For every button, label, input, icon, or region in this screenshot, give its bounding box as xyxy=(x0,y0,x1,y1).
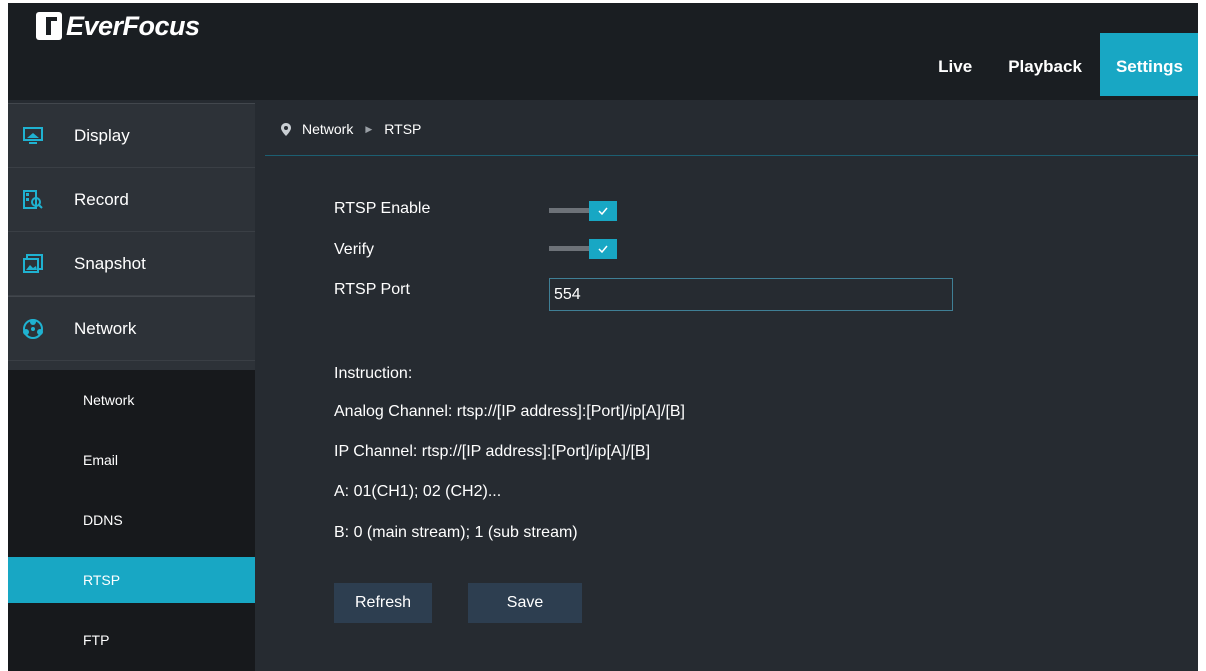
save-button[interactable]: Save xyxy=(468,583,582,623)
verify-label: Verify xyxy=(334,241,375,258)
breadcrumb-page: RTSP xyxy=(384,121,422,137)
top-bar: EverFocus Live Playback Settings xyxy=(8,3,1198,100)
top-navigation: Live Playback Settings xyxy=(920,33,1198,96)
instruction-title: Instruction: xyxy=(334,365,413,382)
sidebar-item-label: Snapshot xyxy=(74,253,146,273)
sidebar-subitem-ftp[interactable]: FTP xyxy=(8,610,255,670)
sidebar-subitem-rtsp[interactable]: RTSP xyxy=(8,557,255,603)
refresh-button[interactable]: Refresh xyxy=(334,583,432,623)
network-globe-icon xyxy=(22,318,44,340)
main-content: Network ▶ RTSP RTSP Enable Verify RTSP P… xyxy=(265,103,1198,671)
instruction-line-a: A: 01(CH1); 02 (CH2)... xyxy=(334,483,502,500)
sidebar-item-display[interactable]: Display xyxy=(8,103,255,168)
tab-settings[interactable]: Settings xyxy=(1099,33,1198,96)
breadcrumb-arrow-icon: ▶ xyxy=(365,123,373,134)
verify-toggle[interactable] xyxy=(549,239,617,259)
snapshot-icon xyxy=(22,253,44,275)
network-submenu: Network Email DDNS RTSP FTP xyxy=(8,370,255,671)
checkmark-icon xyxy=(589,239,617,259)
brand-name: EverFocus xyxy=(66,10,200,41)
record-search-icon xyxy=(22,189,44,211)
rtsp-enable-label: RTSP Enable xyxy=(334,200,431,217)
sidebar-item-label: Network xyxy=(74,318,137,338)
toggle-track xyxy=(549,208,593,213)
sidebar-subitem-network[interactable]: Network xyxy=(8,370,255,430)
instruction-line-analog: Analog Channel: rtsp://[IP address]:[Por… xyxy=(334,403,685,420)
location-pin-icon xyxy=(281,122,291,136)
sidebar-item-record[interactable]: Record xyxy=(8,168,255,232)
monitor-icon xyxy=(22,125,44,147)
breadcrumb-section[interactable]: Network xyxy=(302,121,353,137)
toggle-track xyxy=(549,246,593,251)
tab-live[interactable]: Live xyxy=(920,33,990,96)
sidebar-item-snapshot[interactable]: Snapshot xyxy=(8,232,255,296)
sidebar-item-network[interactable]: Network xyxy=(8,296,255,361)
checkmark-icon xyxy=(589,201,617,221)
instruction-line-b: B: 0 (main stream); 1 (sub stream) xyxy=(334,524,578,541)
sidebar-item-label: Record xyxy=(74,189,129,209)
everfocus-logo-icon xyxy=(36,12,62,40)
breadcrumb: Network ▶ RTSP xyxy=(265,103,1198,156)
sidebar-subitem-ddns[interactable]: DDNS xyxy=(8,490,255,550)
instruction-line-ip: IP Channel: rtsp://[IP address]:[Port]/i… xyxy=(334,443,651,460)
app-window: EverFocus Live Playback Settings Display… xyxy=(8,3,1198,671)
rtsp-port-input[interactable] xyxy=(549,278,953,311)
rtsp-enable-toggle[interactable] xyxy=(549,201,617,221)
sidebar: Display Record Snapshot Network Network … xyxy=(8,103,255,671)
tab-playback[interactable]: Playback xyxy=(990,33,1100,96)
brand-logo: EverFocus xyxy=(36,9,200,43)
sidebar-item-label: Display xyxy=(74,125,130,145)
sidebar-subitem-email[interactable]: Email xyxy=(8,430,255,490)
rtsp-port-label: RTSP Port xyxy=(334,281,410,298)
